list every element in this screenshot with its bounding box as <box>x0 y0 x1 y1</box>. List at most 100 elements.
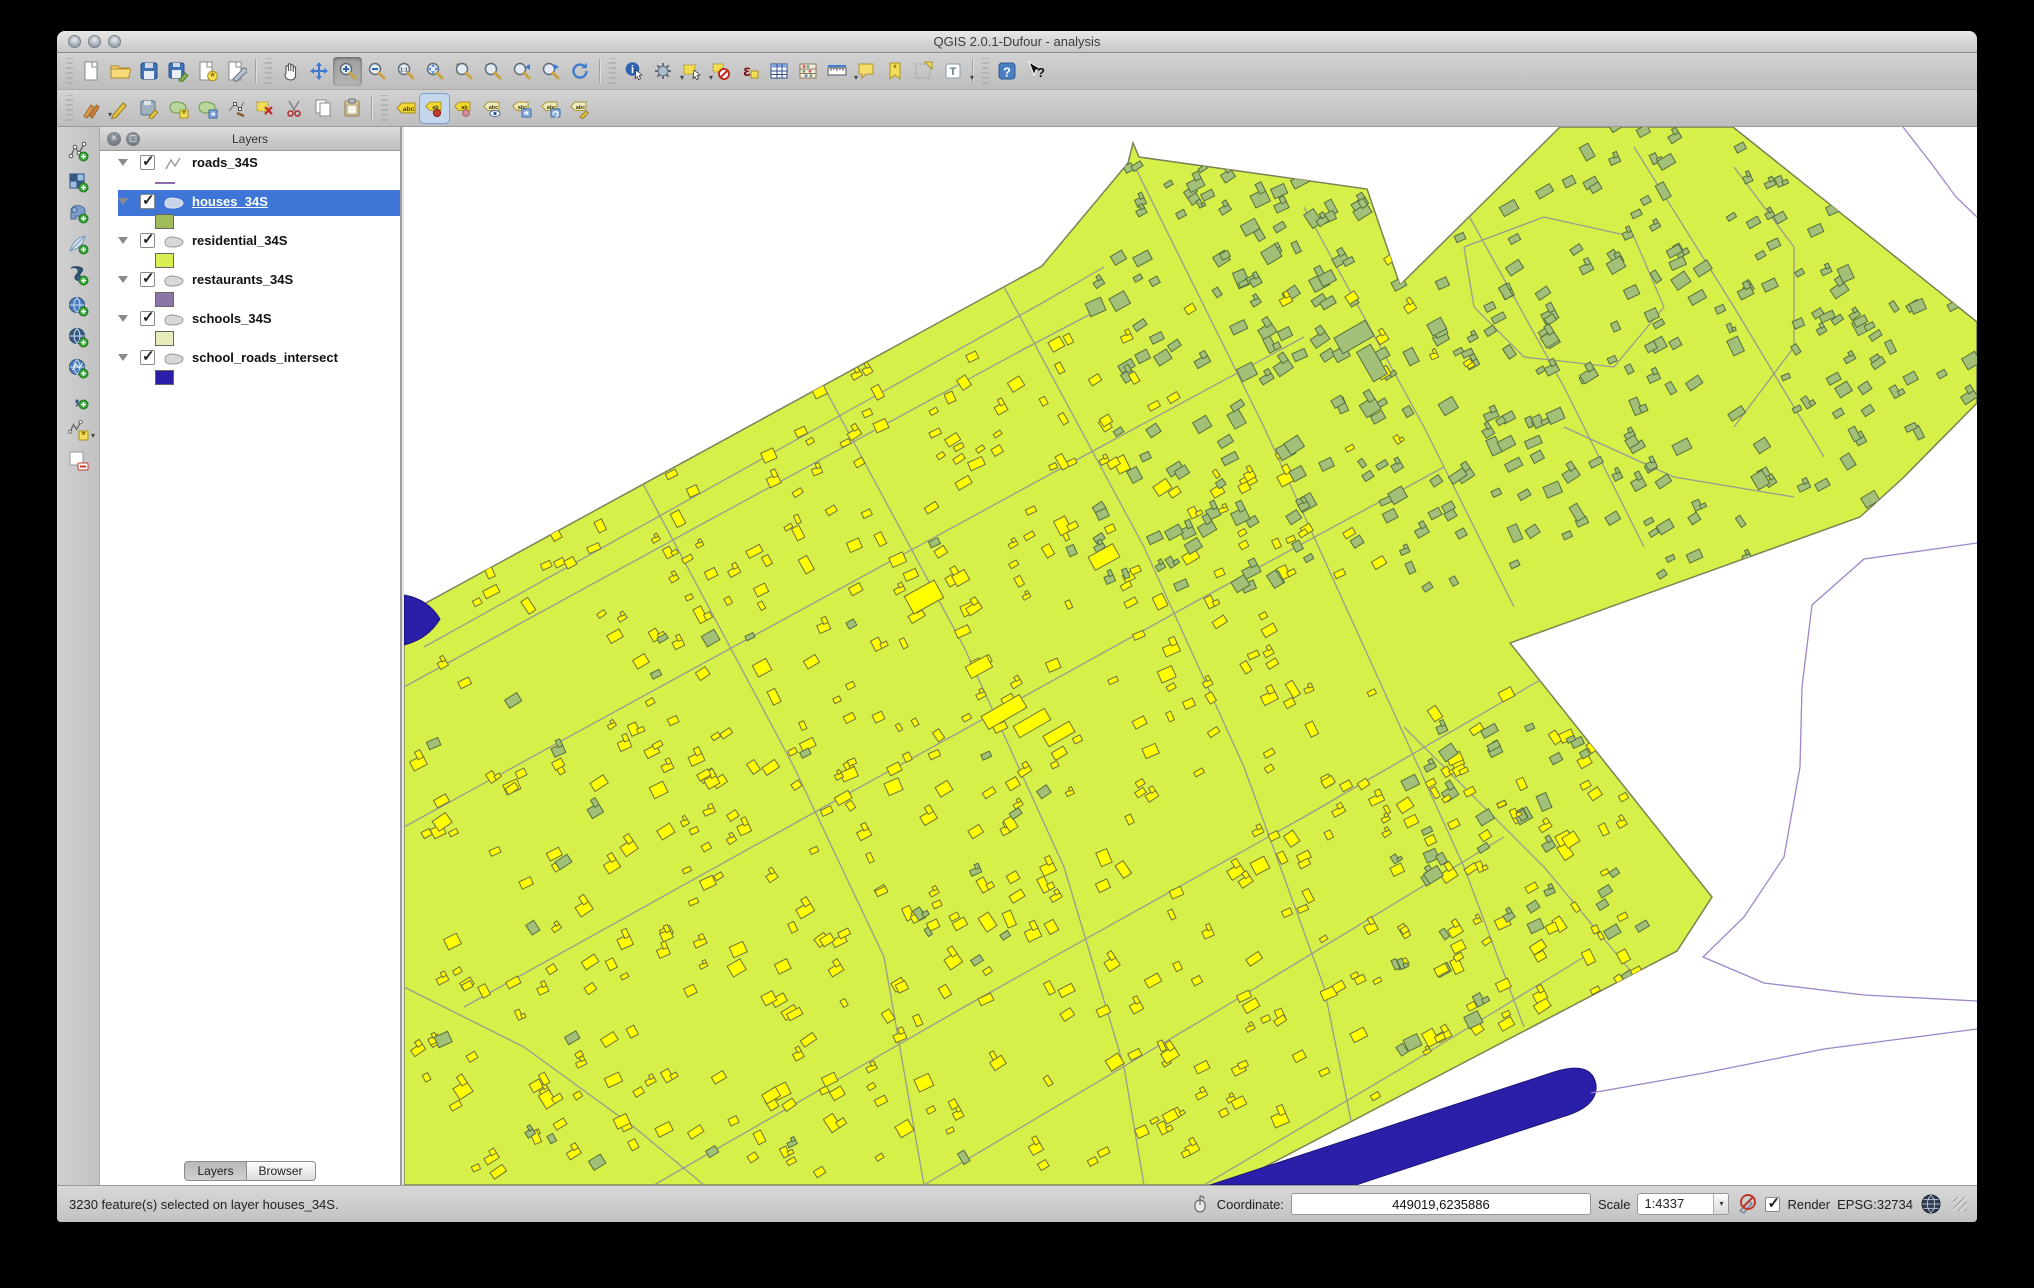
label-pin-button[interactable]: ab <box>419 92 450 124</box>
measure-button[interactable]: ▾ <box>822 57 858 86</box>
delete-selected-button[interactable] <box>250 94 279 123</box>
resize-grip[interactable] <box>1953 1197 1967 1211</box>
add-oracle-layer-button[interactable] <box>63 259 93 290</box>
svg-text:?: ? <box>1037 65 1045 80</box>
zoom-out-button[interactable] <box>362 57 391 86</box>
identify-features-button[interactable]: i <box>619 57 648 86</box>
add-delimited-text-layer-button[interactable]: , <box>63 383 93 414</box>
add-postgis-layer-button[interactable] <box>63 197 93 228</box>
remove-layer-button[interactable] <box>63 445 93 476</box>
zoom-to-layer-button[interactable] <box>478 57 507 86</box>
cut-features-button[interactable] <box>279 94 308 123</box>
disclosure-triangle-icon[interactable] <box>118 237 128 244</box>
add-raster-layer-button[interactable] <box>63 166 93 197</box>
crs-globe-icon[interactable] <box>1920 1193 1942 1215</box>
select-by-expression-button[interactable]: ε <box>735 57 764 86</box>
disclosure-triangle-icon[interactable] <box>118 276 128 283</box>
pan-map-button[interactable] <box>275 57 304 86</box>
labeling-button[interactable]: abc <box>391 94 420 123</box>
layer-swatch[interactable] <box>155 214 174 229</box>
text-annotation-dropdown-icon[interactable]: ▾ <box>970 73 974 82</box>
zoom-in-button[interactable] <box>333 56 362 86</box>
layer-swatch[interactable] <box>155 182 175 184</box>
copy-features-button[interactable] <box>308 94 337 123</box>
coordinate-input[interactable] <box>1290 1193 1591 1215</box>
zoom-to-selection-button[interactable] <box>449 57 478 86</box>
add-wcs-layer-button[interactable] <box>63 321 93 352</box>
layer-item-residential_34S[interactable]: residential_34S <box>100 230 400 253</box>
layer-item-roads_34S[interactable]: roads_34S <box>100 153 400 175</box>
disclosure-triangle-icon[interactable] <box>118 354 128 361</box>
tab-layers[interactable]: Layers <box>184 1161 247 1181</box>
add-vector-layer-button[interactable] <box>63 135 93 166</box>
label-move-button[interactable]: abc <box>507 94 536 123</box>
layer-item-schools_34S[interactable]: schools_34S <box>100 308 400 331</box>
map-canvas[interactable] <box>404 127 1977 1185</box>
run-feature-action-button[interactable]: ▾ <box>648 57 684 86</box>
paste-features-button[interactable] <box>337 94 366 123</box>
label-properties-button[interactable]: abc <box>565 94 594 123</box>
show-bookmarks-button[interactable] <box>909 57 938 86</box>
layer-item-restaurants_34S[interactable]: restaurants_34S <box>100 269 400 292</box>
svg-text:1:1: 1:1 <box>400 68 408 74</box>
open-project-button[interactable] <box>105 57 134 86</box>
layer-visibility-checkbox[interactable] <box>140 153 155 170</box>
coordinate-toggle-icon[interactable] <box>1190 1194 1210 1214</box>
layer-visibility-checkbox[interactable] <box>140 308 155 326</box>
add-wms-layer-button[interactable] <box>63 290 93 321</box>
qgis-window: QGIS 2.0.1-Dufour - analysis * 1:1 i ▾ ▾ ε ▾ * T… <box>57 31 1977 1222</box>
help-contents-button[interactable]: ? <box>992 57 1021 86</box>
save-layer-edits-button[interactable] <box>134 94 163 123</box>
label-visibility-button[interactable]: abc <box>478 94 507 123</box>
zoom-full-button[interactable] <box>420 57 449 86</box>
current-edits-button[interactable]: ▾ <box>76 94 112 123</box>
disclosure-triangle-icon[interactable] <box>118 315 128 322</box>
new-project-button[interactable] <box>76 57 105 86</box>
disclosure-triangle-icon[interactable] <box>118 159 128 166</box>
tab-browser[interactable]: Browser <box>246 1161 316 1181</box>
open-attribute-table-button[interactable] <box>764 57 793 86</box>
scale-dropdown-icon[interactable]: ▾ <box>1713 1194 1729 1214</box>
field-calculator-button[interactable] <box>793 57 822 86</box>
add-feature-button[interactable]: * <box>163 94 192 123</box>
layer-visibility-checkbox[interactable] <box>140 191 155 209</box>
layer-swatch[interactable] <box>155 370 174 385</box>
stop-render-icon[interactable] <box>1736 1193 1758 1215</box>
layer-swatch[interactable] <box>155 292 174 307</box>
save-project-button[interactable] <box>134 57 163 86</box>
map-tips-button[interactable] <box>851 57 880 86</box>
layer-visibility-checkbox[interactable] <box>140 347 155 365</box>
zoom-native-button[interactable]: 1:1 <box>391 57 420 86</box>
layer-item-houses_34S[interactable]: houses_34S <box>100 190 400 216</box>
composer-manager-button[interactable] <box>221 57 250 86</box>
new-shapefile-layer-button[interactable]: * ▾ <box>63 414 95 445</box>
layer-visibility-checkbox[interactable] <box>140 269 155 287</box>
select-features-button[interactable]: ▾ <box>677 57 713 86</box>
move-feature-button[interactable] <box>192 94 221 123</box>
new-bookmark-button[interactable]: * <box>880 57 909 86</box>
add-spatialite-layer-button[interactable] <box>63 228 93 259</box>
whats-this-button[interactable]: ? <box>1021 57 1050 86</box>
new-shapefile-layer-dropdown-icon[interactable]: ▾ <box>91 431 95 440</box>
layer-swatch[interactable] <box>155 331 174 346</box>
pan-to-selection-button[interactable] <box>304 57 333 86</box>
scale-combo[interactable]: 1:4337 ▾ <box>1637 1193 1730 1215</box>
add-wfs-layer-button[interactable] <box>63 352 93 383</box>
toggle-editing-button[interactable] <box>105 94 134 123</box>
label-rotate-button[interactable]: abc <box>536 94 565 123</box>
node-tool-button[interactable] <box>221 94 250 123</box>
save-project-as-button[interactable] <box>163 57 192 86</box>
zoom-last-button[interactable] <box>507 57 536 86</box>
layer-visibility-checkbox[interactable] <box>140 230 155 248</box>
refresh-map-button[interactable] <box>565 57 594 86</box>
title-bar[interactable]: QGIS 2.0.1-Dufour - analysis <box>57 31 1977 53</box>
disclosure-triangle-icon[interactable] <box>118 198 128 205</box>
zoom-next-button[interactable] <box>536 57 565 86</box>
layer-item-school_roads_intersect[interactable]: school_roads_intersect <box>100 347 400 370</box>
text-annotation-button[interactable]: T ▾ <box>938 57 974 86</box>
new-print-composer-button[interactable]: * <box>192 57 221 86</box>
deselect-features-button[interactable] <box>706 57 735 86</box>
label-unpin-button[interactable]: ab <box>449 94 478 123</box>
layer-swatch[interactable] <box>155 253 174 268</box>
render-checkbox[interactable] <box>1765 1194 1781 1212</box>
